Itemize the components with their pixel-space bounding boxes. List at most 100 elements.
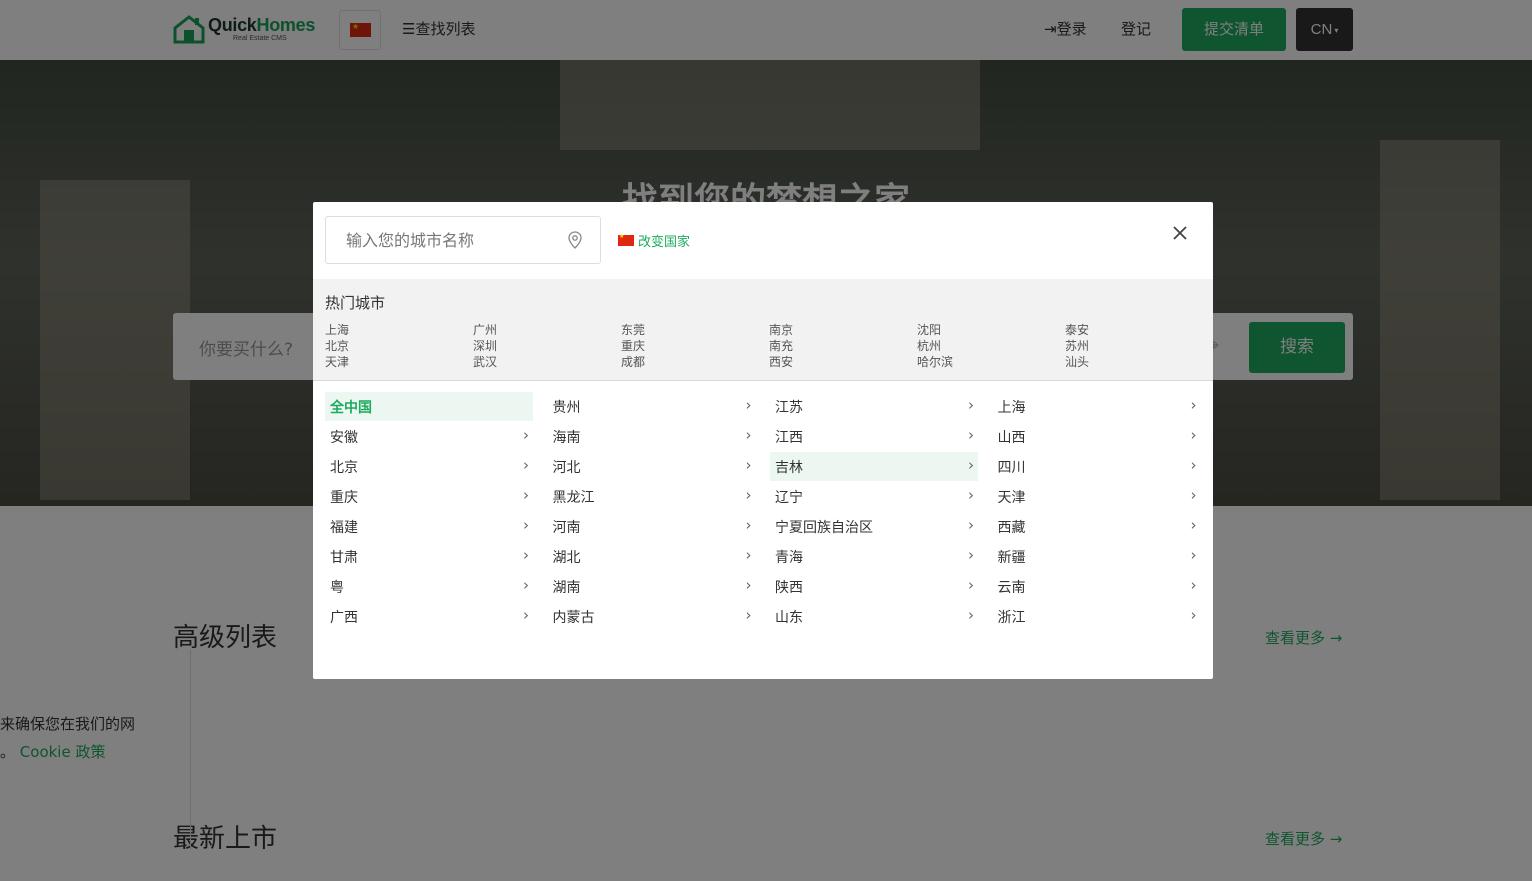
province-item[interactable]: 江苏 › xyxy=(770,392,978,421)
map-pin-icon xyxy=(568,231,582,249)
chevron-right-icon: › xyxy=(1190,396,1197,414)
province-label: 北京 xyxy=(330,460,358,476)
hot-city-link[interactable]: 重庆 xyxy=(621,337,645,354)
province-item[interactable]: 全中国 xyxy=(325,392,533,421)
province-item[interactable]: 四川 › xyxy=(993,452,1201,481)
chevron-right-icon: › xyxy=(523,486,529,504)
province-label: 湖北 xyxy=(552,550,581,566)
province-label: 湖南 xyxy=(552,580,581,596)
hot-city-link[interactable]: 武汉 xyxy=(473,353,497,370)
hot-city-link[interactable]: 北京 xyxy=(325,337,349,354)
province-item[interactable]: 上海 › xyxy=(993,392,1201,421)
province-item[interactable]: 江西 › xyxy=(770,422,978,451)
province-item[interactable]: 辽宁 › xyxy=(770,482,978,511)
province-label: 陕西 xyxy=(775,580,803,596)
hot-city-link[interactable]: 天津 xyxy=(325,353,349,370)
province-label: 安徽 xyxy=(330,430,358,446)
province-item[interactable]: 河北 › xyxy=(548,452,756,481)
province-label: 浙江 xyxy=(997,610,1026,626)
province-label: 粤 xyxy=(330,580,344,596)
chevron-right-icon: › xyxy=(745,516,752,534)
hot-cities-panel: 热门城市 上海 北京 天津 广州 深圳 武汉 东莞 重庆 成都 南京 南充 西安 沈阳 杭州 哈尔滨 泰安 苏州… xyxy=(313,279,1213,381)
chevron-right-icon: › xyxy=(968,516,974,534)
chevron-right-icon: › xyxy=(745,576,752,594)
province-label: 广西 xyxy=(330,610,358,626)
china-flag-icon xyxy=(618,233,634,246)
province-item[interactable]: 新疆 › xyxy=(993,542,1201,571)
change-country-label: 改变国家 xyxy=(638,235,691,250)
hot-city-link[interactable]: 上海 xyxy=(325,321,349,338)
province-item[interactable]: 浙江 › xyxy=(993,602,1201,631)
province-item[interactable]: 宁夏回族自治区 › xyxy=(770,512,978,541)
hot-city-link[interactable]: 西安 xyxy=(769,353,793,370)
province-label: 四川 xyxy=(997,460,1026,476)
province-label: 西藏 xyxy=(997,520,1026,536)
chevron-right-icon: › xyxy=(745,426,752,444)
province-item[interactable]: 粤 › xyxy=(325,572,533,601)
province-item[interactable]: 湖南 › xyxy=(548,572,756,601)
chevron-right-icon: › xyxy=(968,486,974,504)
province-item[interactable]: 贵州 › xyxy=(548,392,756,421)
close-icon[interactable] xyxy=(1171,224,1189,242)
province-item[interactable]: 广西 › xyxy=(325,602,533,631)
province-label: 吉林 xyxy=(775,460,803,476)
hot-city-link[interactable]: 哈尔滨 xyxy=(917,353,953,370)
province-label: 福建 xyxy=(330,520,358,536)
hot-cities-title: 热门城市 xyxy=(325,294,386,312)
chevron-right-icon: › xyxy=(1190,606,1197,624)
province-item[interactable]: 山西 › xyxy=(993,422,1201,451)
hot-city-link[interactable]: 南京 xyxy=(769,321,793,338)
province-label: 贵州 xyxy=(552,400,581,416)
province-item[interactable]: 安徽 › xyxy=(325,422,533,451)
province-item[interactable]: 甘肃 › xyxy=(325,542,533,571)
hot-city-link[interactable]: 苏州 xyxy=(1065,337,1089,354)
hot-city-link[interactable]: 汕头 xyxy=(1065,353,1089,370)
province-label: 宁夏回族自治区 xyxy=(775,520,873,536)
hot-city-link[interactable]: 广州 xyxy=(473,321,497,338)
province-item[interactable]: 黑龙江 › xyxy=(548,482,756,511)
hot-city-link[interactable]: 深圳 xyxy=(473,337,497,354)
hot-city-link[interactable]: 泰安 xyxy=(1065,321,1089,338)
hot-city-link[interactable]: 东莞 xyxy=(621,321,645,338)
hot-city-link[interactable]: 南充 xyxy=(769,337,793,354)
chevron-right-icon: › xyxy=(523,546,529,564)
chevron-right-icon: › xyxy=(745,456,752,474)
province-item[interactable]: 陕西 › xyxy=(770,572,978,601)
chevron-right-icon: › xyxy=(968,576,974,594)
province-item[interactable]: 重庆 › xyxy=(325,482,533,511)
province-label: 上海 xyxy=(997,400,1026,416)
province-label: 黑龙江 xyxy=(552,490,595,506)
province-label: 海南 xyxy=(552,430,581,446)
city-search-box xyxy=(325,216,601,264)
province-item[interactable]: 青海 › xyxy=(770,542,978,571)
province-label: 青海 xyxy=(775,550,803,566)
province-item[interactable]: 西藏 › xyxy=(993,512,1201,541)
chevron-right-icon: › xyxy=(523,516,529,534)
province-item[interactable]: 云南 › xyxy=(993,572,1201,601)
province-item[interactable]: 山东 › xyxy=(770,602,978,631)
province-label: 天津 xyxy=(997,490,1026,506)
province-label: 山东 xyxy=(775,610,803,626)
province-item[interactable]: 吉林 › xyxy=(770,452,978,481)
province-label: 重庆 xyxy=(330,490,358,506)
chevron-right-icon: › xyxy=(1190,486,1197,504)
province-item[interactable]: 天津 › xyxy=(993,482,1201,511)
chevron-right-icon: › xyxy=(968,396,974,414)
province-item[interactable]: 河南 › xyxy=(548,512,756,541)
hot-city-link[interactable]: 杭州 xyxy=(917,337,941,354)
province-item[interactable]: 北京 › xyxy=(325,452,533,481)
province-label: 全中国 xyxy=(330,400,372,416)
hot-city-link[interactable]: 成都 xyxy=(621,353,645,370)
hot-city-link[interactable]: 沈阳 xyxy=(917,321,941,338)
province-item[interactable]: 湖北 › xyxy=(548,542,756,571)
province-item[interactable]: 海南 › xyxy=(548,422,756,451)
city-search-input[interactable] xyxy=(326,217,576,263)
province-item[interactable]: 福建 › xyxy=(325,512,533,541)
province-item[interactable]: 内蒙古 › xyxy=(548,602,756,631)
province-label: 甘肃 xyxy=(330,550,358,566)
province-label: 山西 xyxy=(997,430,1026,446)
chevron-right-icon: › xyxy=(745,606,752,624)
province-label: 辽宁 xyxy=(775,490,803,506)
chevron-right-icon: › xyxy=(968,606,974,624)
change-country-link[interactable]: 改变国家 xyxy=(618,231,690,250)
